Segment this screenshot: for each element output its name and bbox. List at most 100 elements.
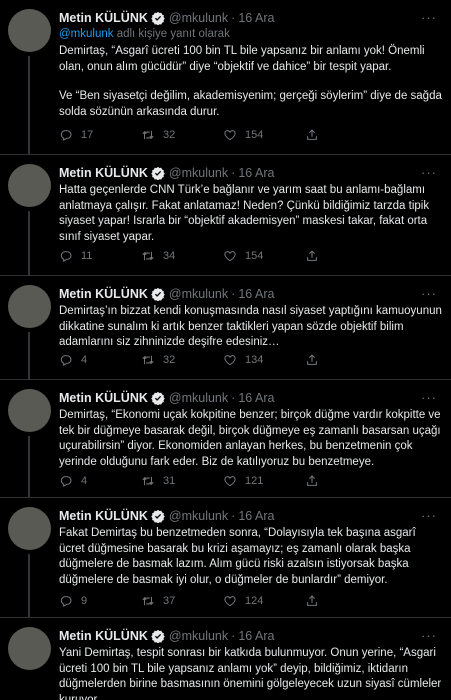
more-icon[interactable]: ···	[421, 628, 437, 643]
retweet-count: 31	[163, 475, 176, 487]
like-button[interactable]: 124	[223, 594, 305, 608]
author-handle[interactable]: @mkulunk	[169, 166, 228, 180]
separator: ·	[231, 11, 236, 25]
avatar[interactable]	[8, 164, 51, 207]
reply-button[interactable]: 4	[59, 474, 141, 488]
thread-line	[28, 211, 30, 275]
tweet-header: Metin KÜLÜNK @mkulunk · 16 Ara	[59, 165, 443, 181]
tweet-date[interactable]: 16 Ara	[238, 509, 274, 523]
tweet-paragraph: Hatta geçenlerde CNN Türk’e bağlanır ve …	[59, 184, 430, 243]
retweet-button[interactable]: 31	[141, 474, 223, 488]
tweet-date[interactable]: 16 Ara	[238, 629, 274, 643]
like-button[interactable]: 121	[223, 474, 305, 488]
share-icon	[307, 595, 317, 606]
thread-line	[28, 436, 30, 497]
reply-count: 17	[81, 129, 94, 141]
author-handle[interactable]: @mkulunk	[169, 629, 228, 643]
avatar[interactable]	[8, 507, 51, 550]
like-icon	[224, 476, 236, 487]
tweet-header: Metin KÜLÜNK @mkulunk · 16 Ara	[59, 10, 443, 26]
share-button[interactable]	[305, 249, 387, 263]
verified-badge-icon	[151, 287, 165, 301]
tweet-paragraph: Fakat Demirtaş bu benzetmeden sonra, “Do…	[59, 527, 416, 586]
tweet-paragraph: Ve “Ben siyasetçi değilim, akademisyenim…	[59, 90, 442, 118]
retweet-count: 32	[163, 129, 176, 141]
tweet-actions: 4 31 121	[59, 474, 387, 488]
avatar[interactable]	[8, 627, 51, 670]
tweet-header: Metin KÜLÜNK @mkulunk · 16 Ara	[59, 508, 443, 524]
reply-to-text: adlı kişiye yanıt olarak	[113, 28, 230, 40]
share-button[interactable]	[305, 128, 387, 142]
retweet-icon	[142, 596, 154, 606]
retweet-button[interactable]: 34	[141, 249, 223, 263]
tweet[interactable]: Metin KÜLÜNK @mkulunk · 16 Ara ··· Fakat…	[0, 498, 451, 618]
tweet[interactable]: Metin KÜLÜNK @mkulunk · 16 Ara ··· Hatta…	[0, 155, 451, 276]
verified-badge-icon	[151, 391, 165, 405]
more-icon[interactable]: ···	[421, 286, 437, 301]
thread-line	[28, 56, 30, 154]
reply-icon	[60, 476, 72, 487]
author-name[interactable]: Metin KÜLÜNK	[59, 391, 148, 405]
author-name[interactable]: Metin KÜLÜNK	[59, 11, 148, 25]
share-button[interactable]	[305, 474, 387, 488]
tweet-paragraph: Yani Demirtaş, tespit sonrası bir katkıd…	[59, 647, 442, 700]
like-button[interactable]: 154	[223, 128, 305, 142]
like-button[interactable]: 134	[223, 353, 305, 367]
like-count: 121	[245, 475, 264, 487]
more-icon[interactable]: ···	[421, 390, 437, 405]
avatar[interactable]	[8, 9, 51, 52]
thread-line	[28, 332, 30, 379]
author-name[interactable]: Metin KÜLÜNK	[59, 509, 148, 523]
tweet-actions: 4 32 134	[59, 353, 387, 367]
avatar[interactable]	[8, 285, 51, 328]
author-handle[interactable]: @mkulunk	[169, 509, 228, 523]
tweet[interactable]: Metin KÜLÜNK @mkulunk · 16 Ara ··· Demir…	[0, 276, 451, 380]
verified-badge-icon	[151, 166, 165, 180]
author-name[interactable]: Metin KÜLÜNK	[59, 166, 148, 180]
like-button[interactable]: 154	[223, 249, 305, 263]
tweet-text: Demirtaş’ın bizzat kendi konuşmasında na…	[59, 304, 443, 351]
thread-line	[28, 554, 30, 617]
retweet-button[interactable]: 32	[141, 353, 223, 367]
reply-button[interactable]: 11	[59, 249, 141, 263]
reply-count: 11	[81, 250, 93, 262]
like-icon	[224, 355, 236, 366]
author-handle[interactable]: @mkulunk	[169, 287, 228, 301]
more-icon[interactable]: ···	[421, 10, 437, 25]
author-name[interactable]: Metin KÜLÜNK	[59, 629, 148, 643]
tweet-header: Metin KÜLÜNK @mkulunk · 16 Ara	[59, 390, 443, 406]
reply-button[interactable]: 17	[59, 128, 141, 142]
reply-button[interactable]: 4	[59, 353, 141, 367]
like-count: 154	[245, 129, 264, 141]
tweet-text: Fakat Demirtaş bu benzetmeden sonra, “Do…	[59, 526, 443, 588]
reply-icon	[60, 596, 72, 607]
tweet-date[interactable]: 16 Ara	[238, 166, 274, 180]
verified-badge-icon	[151, 11, 165, 25]
author-handle[interactable]: @mkulunk	[169, 391, 228, 405]
retweet-button[interactable]: 32	[141, 128, 223, 142]
reply-to-link[interactable]: @mkulunk	[59, 28, 114, 40]
tweet-paragraph: Demirtaş’ın bizzat kendi konuşmasında na…	[59, 305, 442, 348]
reply-count: 9	[81, 595, 88, 607]
tweet[interactable]: Metin KÜLÜNK @mkulunk · 16 Ara ··· Demir…	[0, 380, 451, 498]
reply-button[interactable]: 9	[59, 594, 141, 608]
share-button[interactable]	[305, 353, 387, 367]
retweet-button[interactable]: 37	[141, 594, 223, 608]
tweet-paragraph: Demirtaş, “Asgarî ücreti 100 bin TL bile…	[59, 45, 425, 73]
tweet-date[interactable]: 16 Ara	[238, 11, 274, 25]
tweet-actions: 17 32 154	[59, 128, 387, 142]
avatar[interactable]	[8, 389, 51, 432]
tweet[interactable]: Metin KÜLÜNK @mkulunk · 16 Ara ··· Yani …	[0, 618, 451, 700]
tweet-actions: 9 37 124	[59, 594, 387, 608]
tweet[interactable]: Metin KÜLÜNK @mkulunk · 16 Ara ··· @mkul…	[0, 0, 451, 155]
more-icon[interactable]: ···	[421, 165, 437, 180]
tweet-date[interactable]: 16 Ara	[238, 287, 274, 301]
tweet-text: Yani Demirtaş, tespit sonrası bir katkıd…	[59, 646, 443, 700]
tweet-text: Demirtaş, “Asgarî ücreti 100 bin TL bile…	[59, 44, 443, 120]
tweet-date[interactable]: 16 Ara	[238, 391, 274, 405]
more-icon[interactable]: ···	[421, 508, 437, 523]
share-button[interactable]	[305, 594, 387, 608]
retweet-icon	[142, 130, 154, 140]
author-handle[interactable]: @mkulunk	[169, 11, 228, 25]
author-name[interactable]: Metin KÜLÜNK	[59, 287, 148, 301]
